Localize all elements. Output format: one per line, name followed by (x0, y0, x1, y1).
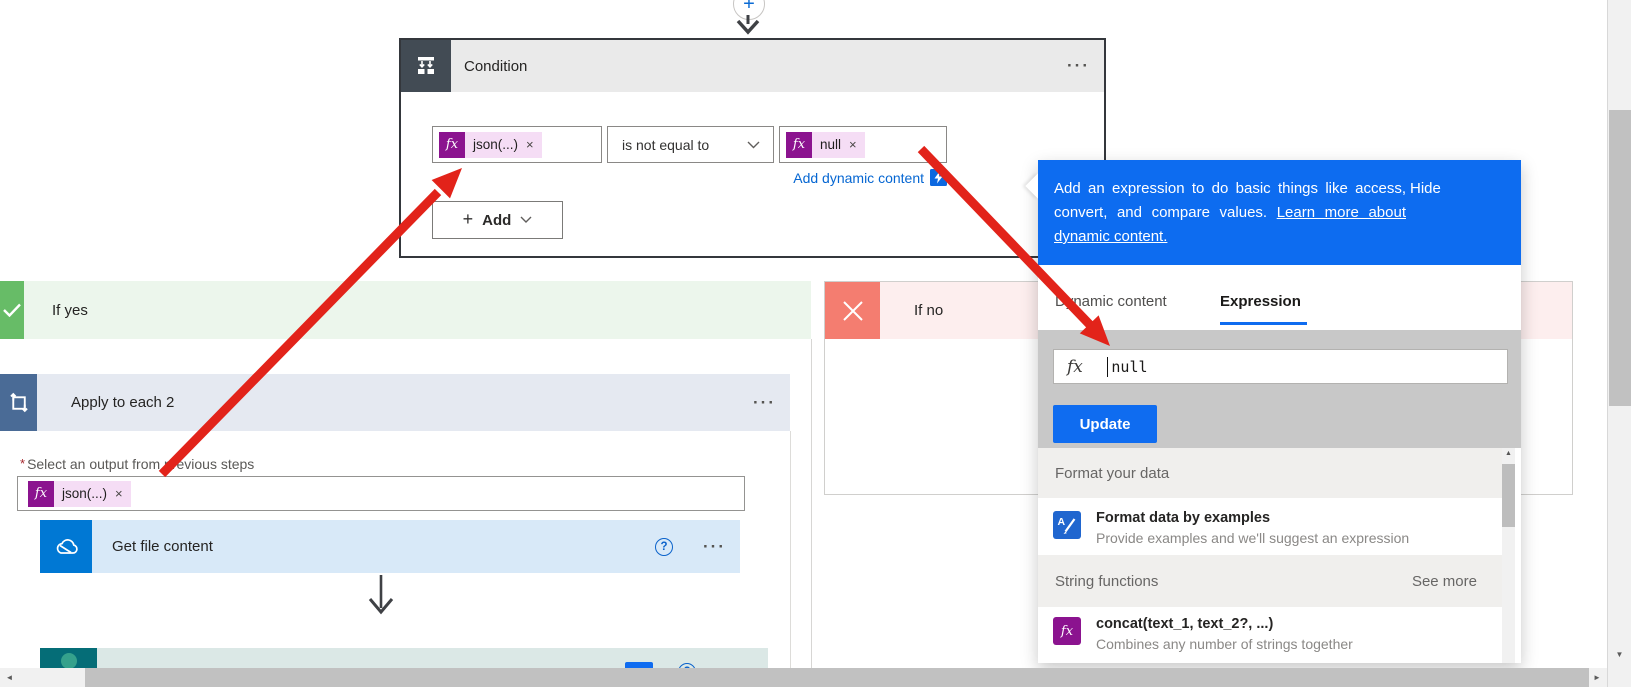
tab-dynamic-content[interactable]: Dynamic content (1055, 293, 1167, 310)
item-title: Format data by examples (1096, 510, 1270, 526)
select-output-input[interactable]: fx json(...) × (17, 476, 745, 511)
fx-glyph: fx (1061, 624, 1073, 639)
horizontal-scrollbar[interactable]: ◄ ► (0, 668, 1607, 687)
expression-value: null (1111, 358, 1147, 376)
add-button-label: Add (482, 212, 511, 229)
get-file-content-card[interactable]: Get file content ? ··· (40, 520, 740, 573)
scroll-up-icon[interactable]: ▲ (1502, 450, 1515, 457)
active-tab-indicator (1220, 322, 1307, 325)
string-functions-section-header: String functions See more (1038, 555, 1502, 607)
section-header-label: Format your data (1055, 465, 1169, 482)
scroll-down-icon[interactable]: ▼ (1608, 650, 1631, 659)
fx-icon: fx (786, 132, 812, 158)
condition-operator-dropdown[interactable]: is not equal to (607, 126, 774, 163)
get-file-content-menu-button[interactable]: ··· (703, 537, 726, 557)
operator-value: is not equal to (622, 137, 709, 153)
condition-header: Condition ··· (401, 40, 1104, 92)
item-subtitle: Combines any number of strings together (1096, 636, 1353, 652)
panel-scrollbar-thumb[interactable] (1502, 464, 1515, 527)
fx-icon: fx (1067, 357, 1083, 377)
apply-to-each-menu-button[interactable]: ··· (753, 393, 776, 413)
required-mark: * (20, 456, 25, 471)
chevron-down-icon (747, 141, 760, 149)
condition-add-button[interactable]: + Add (432, 201, 563, 239)
chevron-down-icon (520, 216, 532, 224)
see-more-link[interactable]: See more (1412, 573, 1477, 590)
condition-icon (401, 40, 451, 92)
add-dynamic-content-link[interactable]: Add dynamic content (793, 170, 924, 186)
help-icon[interactable]: ? (655, 538, 673, 556)
apply-to-each-card-header[interactable]: Apply to each 2 ··· (0, 374, 790, 431)
apply-to-each-container-border (790, 431, 791, 668)
question-glyph: ? (661, 541, 668, 553)
item-subtitle: Provide examples and we'll suggest an ex… (1096, 530, 1409, 546)
expression-token[interactable]: fx json(...) × (439, 132, 542, 158)
condition-card[interactable]: Condition ··· fx json(...) × is not equa… (399, 38, 1106, 258)
vertical-scrollbar-thumb[interactable] (1609, 110, 1631, 406)
remove-token-button[interactable]: × (115, 487, 123, 500)
if-yes-container-border (811, 339, 812, 668)
expression-banner: Add an expression to do basic things lik… (1038, 160, 1521, 265)
fx-icon: fx (1053, 617, 1081, 645)
remove-token-button[interactable]: × (526, 138, 534, 151)
loop-icon (0, 374, 37, 431)
horizontal-scrollbar-thumb[interactable] (85, 668, 1589, 687)
concat-function-item[interactable]: fx concat(text_1, text_2?, ...) Combines… (1038, 607, 1502, 663)
fx-icon: fx (439, 132, 465, 158)
vertical-scrollbar[interactable]: ▼ (1607, 0, 1631, 687)
field-label-text: Select an output from previous steps (27, 456, 254, 472)
onedrive-icon (40, 520, 92, 573)
condition-menu-button[interactable]: ··· (1067, 56, 1090, 76)
connector-arrow-icon (736, 15, 760, 35)
flow-designer-canvas: + Condition ··· fx json(. (0, 0, 1631, 687)
update-button-label: Update (1080, 416, 1131, 433)
svg-text:A: A (1058, 516, 1066, 528)
condition-left-operand-field[interactable]: fx json(...) × (432, 126, 602, 163)
format-by-examples-icon: A (1053, 511, 1081, 539)
update-button[interactable]: Update (1053, 405, 1157, 443)
connector-arrow-icon (366, 575, 396, 620)
section-header-label: String functions (1055, 573, 1158, 590)
select-output-label: *Select an output from previous steps (20, 456, 254, 472)
plus-icon: + (743, 0, 755, 16)
token-label: null (820, 137, 841, 152)
dynamic-content-icon[interactable] (930, 169, 947, 186)
tab-expression[interactable]: Expression (1220, 293, 1301, 310)
remove-token-button[interactable]: × (849, 138, 857, 151)
plus-icon: + (463, 209, 474, 230)
if-no-label: If no (914, 302, 943, 319)
item-title: concat(text_1, text_2?, ...) (1096, 616, 1273, 632)
expression-input[interactable]: fx null (1053, 349, 1508, 384)
text-cursor (1107, 357, 1109, 377)
hide-button[interactable]: Hide (1410, 180, 1441, 197)
scroll-right-icon[interactable]: ► (1589, 668, 1605, 687)
panel-scrollbar[interactable]: ▲ (1502, 448, 1515, 663)
condition-title: Condition (464, 58, 527, 75)
expression-editor: fx null Update (1038, 330, 1521, 448)
expression-token[interactable]: fx json(...) × (28, 481, 131, 507)
banner-text: Add an expression to do basic things lik… (1054, 177, 1406, 249)
if-yes-label: If yes (52, 302, 88, 319)
condition-right-operand-field[interactable]: fx null × (779, 126, 947, 163)
fx-icon: fx (28, 481, 54, 507)
format-by-examples-item[interactable]: A Format data by examples Provide exampl… (1038, 498, 1502, 555)
cross-icon (825, 282, 880, 339)
dynamic-content-panel: Add an expression to do basic things lik… (1038, 160, 1521, 663)
expression-token[interactable]: fx null × (786, 132, 865, 158)
token-label: json(...) (473, 137, 518, 152)
scroll-left-icon[interactable]: ◄ (2, 668, 17, 687)
apply-to-each-title: Apply to each 2 (71, 394, 174, 411)
if-yes-branch-header[interactable]: If yes (0, 281, 811, 339)
check-icon (0, 281, 24, 339)
get-file-content-title: Get file content (112, 538, 213, 555)
add-dynamic-content-row: Add dynamic content (401, 169, 947, 186)
token-label: json(...) (62, 486, 107, 501)
format-your-data-section-header: Format your data (1038, 448, 1502, 498)
